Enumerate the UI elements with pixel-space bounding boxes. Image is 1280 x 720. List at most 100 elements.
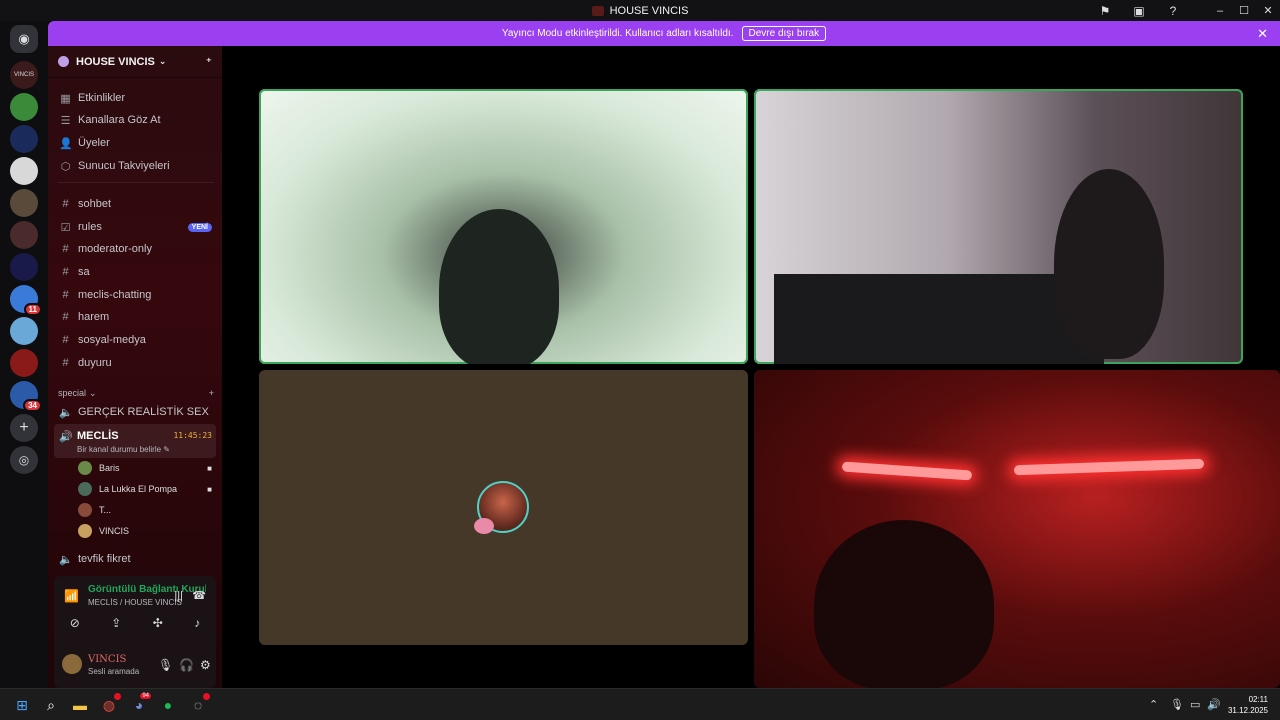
hash-icon: # [62, 198, 69, 210]
channel-label: harem [78, 311, 110, 323]
clock-date: 31.12.2025 [1227, 706, 1268, 715]
chrome-icon[interactable]: ◍ [99, 693, 121, 715]
server-icon[interactable] [10, 157, 38, 185]
discord-icon[interactable]: ◕ 94 [129, 693, 151, 715]
server-icon[interactable] [10, 221, 38, 249]
notification-badge: 34 [23, 399, 42, 412]
voice-connection-panel: 📶 Görüntülü Bağlantı Kuruldu MECLİS / HO… [54, 576, 216, 688]
activities-icon[interactable]: ✣ [153, 616, 163, 630]
streamer-mode-banner: Yayıncı Modu etkinleştirildi. Kullanıcı … [48, 21, 1280, 46]
server-icon[interactable] [10, 317, 38, 345]
help-icon[interactable]: ? [1156, 0, 1190, 21]
inbox-flag-icon[interactable]: ⚑ [1088, 0, 1122, 21]
channel-rules[interactable]: ☑ rules YENİ [54, 217, 216, 237]
title-bar: HOUSE VINCIS ⚑ ▣ ? – ☐ ✕ [0, 0, 1280, 21]
headphones-icon[interactable]: 🎧 [179, 658, 194, 672]
avatar [78, 524, 92, 538]
channel-meclis-chatting[interactable]: # meclis-chatting [54, 285, 216, 305]
server-icon[interactable]: 34 [10, 381, 42, 412]
chevron-up-icon[interactable]: ⌃ [1149, 698, 1158, 711]
video-tile[interactable] [259, 89, 748, 364]
soundboard-icon[interactable]: ♪ [194, 616, 200, 630]
hash-icon: # [62, 243, 69, 255]
search-icon[interactable]: ⌕ [41, 695, 61, 715]
nav-events[interactable]: ▦ Etkinlikler [54, 88, 216, 108]
channel-sosyal-medya[interactable]: # sosyal-medya [54, 330, 216, 350]
channel-moderator-only[interactable]: # moderator-only [54, 239, 216, 259]
video-grid [222, 46, 1280, 688]
settings-gear-icon[interactable]: ⚙ [200, 658, 211, 672]
video-tile[interactable] [754, 370, 1280, 688]
connection-location[interactable]: MECLİS / HOUSE VINCIS [88, 598, 182, 607]
close-icon[interactable]: ✕ [1257, 26, 1268, 42]
close-button[interactable]: ✕ [1256, 0, 1280, 21]
username: VINCIS [88, 654, 127, 665]
camera-off-icon[interactable]: ⊘ [70, 616, 80, 630]
discover-icon[interactable]: ◎ [10, 446, 38, 474]
server-icon[interactable] [10, 189, 38, 217]
video-tile-avatar[interactable] [259, 370, 748, 645]
voice-member[interactable]: T... [78, 501, 216, 519]
screen-share-icon[interactable]: ⇪ [111, 616, 121, 630]
channel-label: moderator-only [78, 243, 152, 255]
nav-browse-channels[interactable]: ☰ Kanallara Göz At [54, 110, 216, 130]
channel-label: sa [78, 266, 90, 278]
minimize-button[interactable]: – [1208, 0, 1232, 21]
channel-sa[interactable]: # sa [54, 262, 216, 282]
category-label: special [58, 388, 87, 398]
noise-suppression-icon[interactable]: ||| [174, 590, 183, 602]
notification-badge: 11 [23, 303, 42, 316]
server-list: ◉ VINCIS 11 34 + ◎ [0, 21, 48, 688]
channel-status[interactable]: Bir kanal durumu belirle ✎ [77, 445, 170, 454]
voice-member[interactable]: La Lukka El Pompa ■ [78, 480, 216, 498]
member-name: La Lukka El Pompa [99, 484, 178, 494]
server-icon[interactable]: 11 [10, 285, 42, 316]
server-icon[interactable] [10, 253, 38, 281]
inbox-icon[interactable]: ▣ [1122, 0, 1156, 21]
status-text: Bir kanal durumu belirle [77, 445, 162, 454]
video-tile[interactable] [754, 89, 1243, 364]
volume-icon[interactable]: 🔊 [1207, 698, 1221, 711]
connection-status: Görüntülü Bağlantı Kuruldu [88, 584, 206, 595]
nav-boosts[interactable]: ⬡ Sunucu Takviyeleri [54, 156, 216, 176]
avatar[interactable] [62, 654, 82, 674]
discord-home-icon[interactable]: ◉ [10, 25, 38, 53]
maximize-button[interactable]: ☐ [1232, 0, 1256, 21]
spotify-icon[interactable]: ● [158, 695, 178, 715]
nav-label: Üyeler [78, 137, 110, 149]
hash-icon: # [62, 266, 69, 278]
channel-sohbet[interactable]: # sohbet [54, 194, 216, 214]
invite-icon[interactable]: ⁺ [206, 55, 212, 69]
app-icon[interactable]: ◌ [188, 693, 210, 715]
disconnect-icon[interactable]: ☎ [192, 589, 206, 602]
camera-icon: ■ [207, 463, 212, 473]
voice-member[interactable]: VINCIS [78, 522, 216, 540]
chevron-down-icon: ⌄ [158, 56, 167, 66]
create-channel-icon[interactable]: + [209, 388, 214, 399]
voice-channel[interactable]: 🔈 tevfik fikret [54, 549, 216, 569]
system-clock[interactable]: 02:11 31.12.2025 [1228, 694, 1268, 716]
server-icon[interactable] [10, 349, 38, 377]
server-header[interactable]: HOUSE VINCIS ⌄ ⁺ [48, 46, 222, 78]
nav-members[interactable]: 👤 Üyeler [54, 133, 216, 153]
network-icon[interactable]: ▭ [1190, 698, 1200, 711]
category-special[interactable]: special ⌄ + [58, 388, 214, 399]
add-server-icon[interactable]: + [10, 414, 38, 442]
channel-duyuru[interactable]: # duyuru [54, 353, 216, 373]
notification-dot [203, 693, 210, 700]
server-badge-icon [58, 56, 69, 67]
disable-streamer-mode-button[interactable]: Devre dışı bırak [741, 26, 827, 41]
microphone-icon[interactable]: 🎙 [1170, 698, 1184, 711]
microphone-icon[interactable]: 🎙 [158, 658, 173, 672]
file-explorer-icon[interactable]: ▬ [70, 695, 90, 715]
avatar [78, 482, 92, 496]
channel-harem[interactable]: # harem [54, 307, 216, 327]
voice-channel[interactable]: 🔈 GERÇEK REALİSTİK SEX [54, 402, 216, 422]
signal-icon[interactable]: 📶 [64, 589, 79, 603]
server-icon[interactable] [10, 93, 38, 121]
server-vincis-icon[interactable]: VINCIS [10, 61, 38, 89]
voice-member[interactable]: Baris ■ [78, 459, 216, 477]
active-voice-channel[interactable]: 🔊 MECLİS 11:45:23 Bir kanal durumu belir… [54, 424, 216, 458]
windows-start-icon[interactable]: ⊞ [12, 695, 32, 715]
server-icon[interactable] [10, 125, 38, 153]
